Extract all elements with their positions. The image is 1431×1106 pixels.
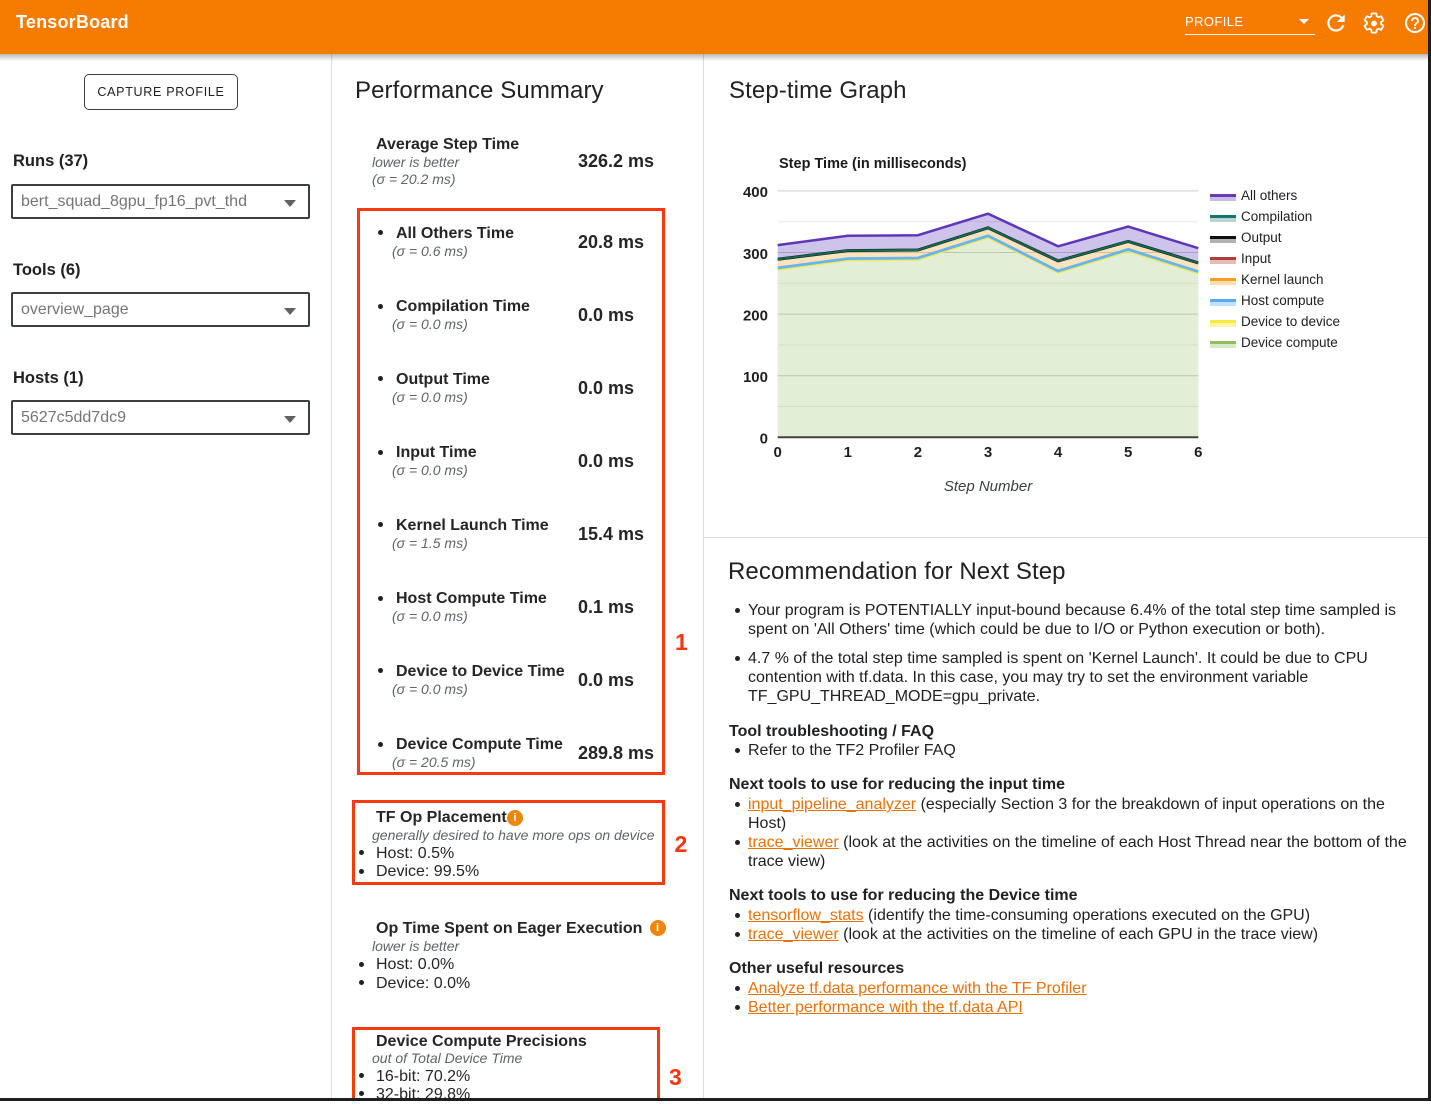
svg-text:400: 400 [743, 184, 768, 201]
svg-text:5: 5 [1124, 444, 1132, 461]
svg-text:3: 3 [984, 444, 992, 461]
svg-text:1: 1 [844, 444, 852, 461]
svg-text:2: 2 [914, 444, 922, 461]
svg-text:0: 0 [760, 431, 768, 448]
svg-text:Step Time (in milliseconds): Step Time (in milliseconds) [779, 156, 967, 172]
svg-text:200: 200 [743, 307, 768, 324]
svg-text:100: 100 [743, 369, 768, 386]
svg-text:4: 4 [1054, 444, 1063, 461]
svg-text:Step Number: Step Number [944, 478, 1033, 495]
svg-text:0: 0 [774, 444, 782, 461]
svg-text:300: 300 [743, 246, 768, 263]
svg-text:6: 6 [1194, 444, 1202, 461]
